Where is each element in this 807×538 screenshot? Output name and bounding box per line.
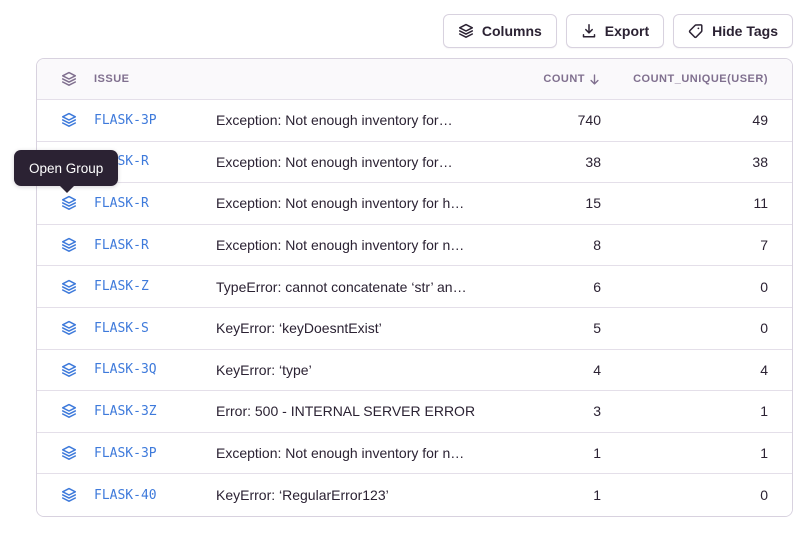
open-group-tooltip: Open Group: [14, 150, 118, 186]
table-header-row: ISSUE COUNT COUNT_UNIQUE(USER): [37, 59, 792, 100]
count-value: 38: [489, 154, 601, 170]
sort-desc-arrow-icon: [588, 73, 601, 86]
count-unique-value: 1: [601, 445, 768, 461]
column-header-issue[interactable]: ISSUE: [61, 71, 216, 87]
count-unique-value: 4: [601, 362, 768, 378]
count-unique-value: 0: [601, 487, 768, 503]
column-header-count-unique-label: COUNT_UNIQUE(USER): [633, 73, 768, 85]
table-row: FLASK-R Exception: Not enough inventory …: [37, 183, 792, 225]
count-unique-value: 38: [601, 154, 768, 170]
issue-link[interactable]: FLASK-S: [94, 321, 149, 336]
issue-link[interactable]: FLASK-R: [94, 238, 149, 253]
issue-link[interactable]: FLASK-3P: [94, 113, 157, 128]
count-value: 1: [489, 445, 601, 461]
issue-link[interactable]: FLASK-3Q: [94, 362, 157, 377]
table-toolbar: Columns Export Hide Tags: [0, 0, 807, 48]
issue-group-icon[interactable]: [61, 487, 77, 503]
table-row: FLASK-40 KeyError: ‘RegularError123’ 1 0: [37, 474, 792, 516]
count-value: 1: [489, 487, 601, 503]
issue-group-icon[interactable]: [61, 320, 77, 336]
issue-link[interactable]: FLASK-R: [94, 196, 149, 211]
count-unique-value: 49: [601, 112, 768, 128]
count-value: 740: [489, 112, 601, 128]
hide-tags-button[interactable]: Hide Tags: [673, 14, 793, 48]
issue-title: Exception: Not enough inventory for n…: [216, 237, 489, 253]
issue-title: KeyError: ‘type’: [216, 362, 489, 378]
table-row: FLASK-R Exception: Not enough inventory …: [37, 225, 792, 267]
columns-button-label: Columns: [482, 23, 542, 39]
count-unique-value: 11: [601, 195, 768, 211]
issue-cell: FLASK-3P: [61, 112, 216, 128]
count-value: 5: [489, 320, 601, 336]
issue-title: Exception: Not enough inventory for n…: [216, 445, 489, 461]
count-value: 4: [489, 362, 601, 378]
issue-cell: FLASK-3Z: [61, 403, 216, 419]
issue-group-icon[interactable]: [61, 112, 77, 128]
issue-link[interactable]: FLASK-40: [94, 488, 157, 503]
open-group-tooltip-label: Open Group: [29, 161, 103, 176]
table-row: FLASK-3Z Error: 500 - INTERNAL SERVER ER…: [37, 391, 792, 433]
column-header-issue-label: ISSUE: [94, 73, 130, 85]
issue-cell: FLASK-R: [61, 237, 216, 253]
issue-group-icon[interactable]: [61, 237, 77, 253]
hide-tags-button-label: Hide Tags: [712, 23, 778, 39]
count-unique-value: 0: [601, 279, 768, 295]
table-row: FLASK-3P Exception: Not enough inventory…: [37, 433, 792, 475]
issue-group-icon[interactable]: [61, 195, 77, 211]
column-header-count-unique[interactable]: COUNT_UNIQUE(USER): [601, 73, 768, 85]
issue-cell: FLASK-3Q: [61, 362, 216, 378]
table-row: FLASK-Z TypeError: cannot concatenate ‘s…: [37, 266, 792, 308]
count-value: 6: [489, 279, 601, 295]
issue-link[interactable]: FLASK-3P: [94, 446, 157, 461]
count-unique-value: 7: [601, 237, 768, 253]
issue-group-icon[interactable]: [61, 445, 77, 461]
export-button[interactable]: Export: [566, 14, 664, 48]
issue-cell: FLASK-R: [61, 195, 216, 211]
table-row: FLASK-R Exception: Not enough inventory …: [37, 142, 792, 184]
count-value: 3: [489, 403, 601, 419]
issue-cell: FLASK-3P: [61, 445, 216, 461]
issue-link[interactable]: FLASK-3Z: [94, 404, 157, 419]
column-header-count[interactable]: COUNT: [489, 73, 601, 86]
issue-cell: FLASK-Z: [61, 279, 216, 295]
table-row: FLASK-S KeyError: ‘keyDoesntExist’ 5 0: [37, 308, 792, 350]
table-row: FLASK-3P Exception: Not enough inventory…: [37, 100, 792, 142]
issue-link[interactable]: FLASK-Z: [94, 279, 149, 294]
count-value: 8: [489, 237, 601, 253]
layers-icon: [458, 23, 474, 39]
tooltip-arrow: [59, 185, 75, 193]
issue-cell: FLASK-S: [61, 320, 216, 336]
issue-title: KeyError: ‘keyDoesntExist’: [216, 320, 489, 336]
issue-title: Exception: Not enough inventory for h…: [216, 195, 489, 211]
layers-icon: [61, 71, 77, 87]
issue-title: TypeError: cannot concatenate ‘str’ an…: [216, 279, 489, 295]
columns-button[interactable]: Columns: [443, 14, 557, 48]
count-unique-value: 1: [601, 403, 768, 419]
issue-title: KeyError: ‘RegularError123’: [216, 487, 489, 503]
tag-icon: [688, 23, 704, 39]
issue-title: Error: 500 - INTERNAL SERVER ERROR: [216, 403, 489, 419]
issue-group-icon[interactable]: [61, 403, 77, 419]
table-row: FLASK-3Q KeyError: ‘type’ 4 4: [37, 350, 792, 392]
results-table: ISSUE COUNT COUNT_UNIQUE(USER): [36, 58, 793, 517]
issue-title: Exception: Not enough inventory for…: [216, 154, 489, 170]
count-unique-value: 0: [601, 320, 768, 336]
issue-cell: FLASK-40: [61, 487, 216, 503]
issue-group-icon[interactable]: [61, 279, 77, 295]
table-body: FLASK-3P Exception: Not enough inventory…: [37, 100, 792, 516]
count-value: 15: [489, 195, 601, 211]
issue-group-icon[interactable]: [61, 362, 77, 378]
issue-title: Exception: Not enough inventory for…: [216, 112, 489, 128]
export-button-label: Export: [605, 23, 649, 39]
download-icon: [581, 23, 597, 39]
column-header-count-label: COUNT: [543, 73, 585, 85]
